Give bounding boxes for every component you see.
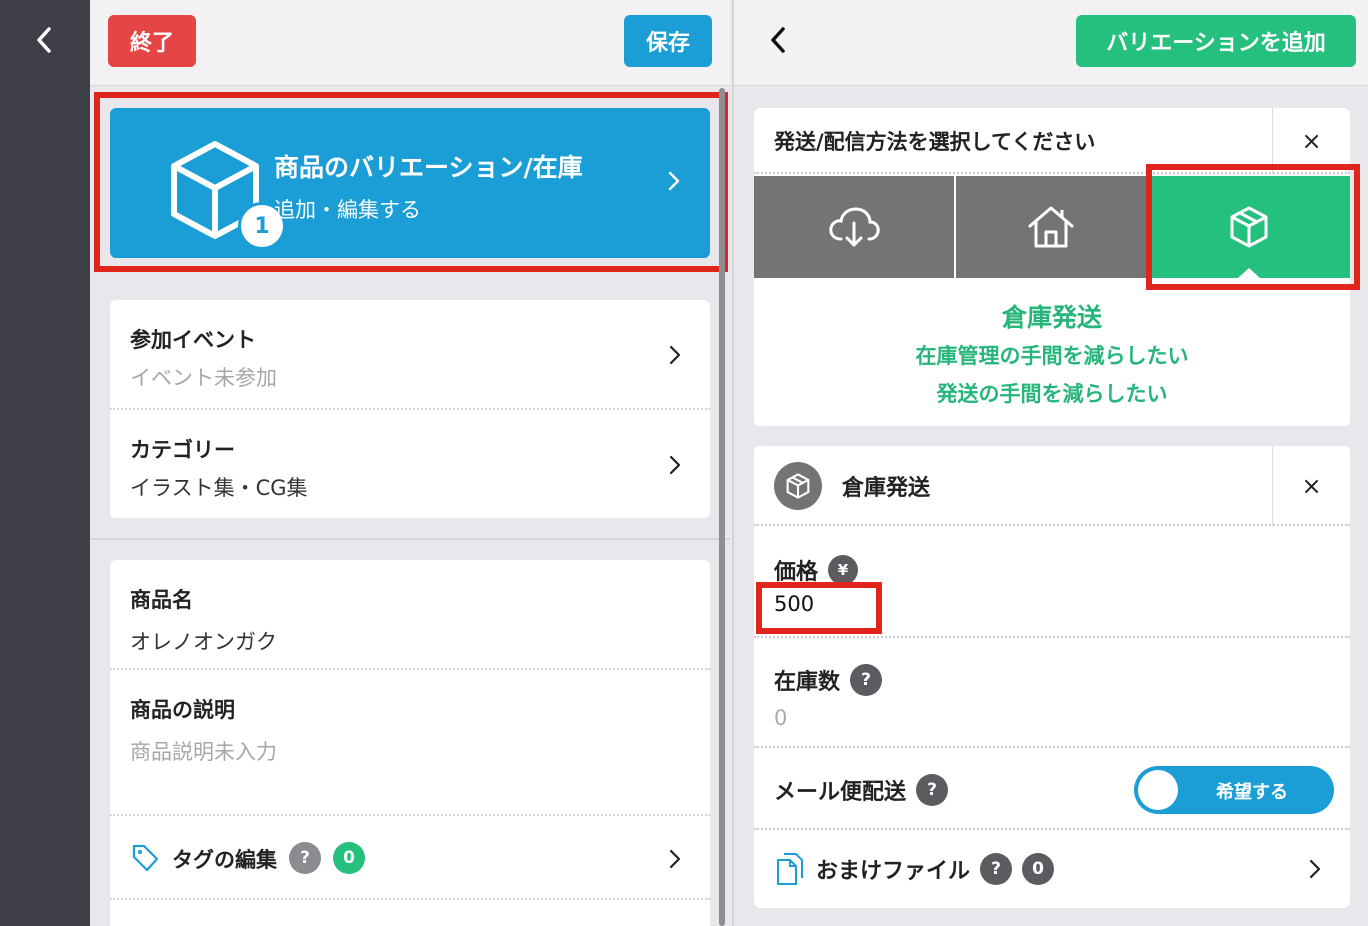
tag-icon: [132, 844, 159, 872]
help-icon[interactable]: ?: [289, 842, 321, 874]
chevron-right-icon: [669, 455, 681, 475]
help-icon[interactable]: ?: [850, 664, 883, 696]
scrollbar[interactable]: [719, 88, 725, 926]
stock-field: 在庫数 ? 0: [754, 638, 1350, 748]
mail-label-group: メール便配送 ?: [774, 774, 949, 806]
category-label: カテゴリー: [130, 438, 235, 462]
tags-row[interactable]: タグの編集 ? 0: [110, 816, 710, 900]
event-value: イベント未参加: [130, 366, 277, 390]
bonus-file-row[interactable]: おまけファイル ? 0: [754, 830, 1350, 908]
category-value: イラスト集・CG集: [130, 476, 308, 500]
product-info-card: 商品名 オレノオンガク 商品の説明 商品説明未入力 タグの編集 ? 0: [110, 560, 710, 926]
left-header: 終了 保存: [90, 0, 730, 86]
left-rail: [0, 0, 90, 926]
stock-label: 在庫数: [774, 670, 841, 695]
product-edit-panel: 終了 保存 1 商品のバリエーション/在庫 追加・編集する 参加イベント イベン…: [90, 0, 730, 926]
chevron-right-icon: [669, 345, 681, 365]
back-button[interactable]: [762, 22, 794, 58]
selected-method-title: 倉庫発送: [1001, 303, 1102, 332]
chevron-left-icon: [771, 27, 785, 53]
warehouse-card: 倉庫発送 × 価格 ¥ 500 在庫数 ? 0 メール便配送 ? 希望する おま…: [754, 446, 1350, 908]
toggle-knob: [1138, 770, 1178, 810]
bonus-file-label: おまけファイル: [816, 859, 971, 884]
tags-label: タグの編集: [172, 848, 277, 872]
highlight-frame: [1146, 164, 1360, 290]
download-option[interactable]: [754, 176, 954, 278]
category-row[interactable]: カテゴリー イラスト集・CG集: [110, 410, 710, 518]
tag-count-badge: 0: [333, 842, 365, 874]
chevron-left-icon: [37, 27, 51, 53]
chevron-right-icon: [1309, 859, 1321, 879]
mail-delivery-field: メール便配送 ? 希望する: [754, 748, 1350, 830]
back-button[interactable]: [28, 22, 60, 58]
toggle-label: 希望する: [1216, 782, 1288, 803]
home-option[interactable]: [956, 176, 1146, 278]
warehouse-title: 倉庫発送: [842, 476, 931, 501]
section-divider: [90, 538, 730, 540]
description-value: 商品説明未入力: [130, 740, 277, 764]
product-name-label: 商品名: [130, 588, 193, 612]
yen-icon: ¥: [828, 555, 859, 585]
bonus-label-group: おまけファイル ? 0: [774, 852, 1055, 886]
description-label: 商品の説明: [130, 698, 235, 722]
warehouse-header: 倉庫発送 ×: [754, 446, 1350, 526]
event-label: 参加イベント: [130, 328, 256, 352]
help-icon[interactable]: ?: [916, 774, 949, 806]
house-icon: [1028, 206, 1074, 248]
stock-input[interactable]: 0: [774, 706, 787, 730]
product-name-value: オレノオンガク: [130, 630, 277, 654]
product-name-row[interactable]: 商品名 オレノオンガク: [110, 560, 710, 670]
cloud-download-icon: [829, 207, 880, 247]
selected-method-desc-1: 在庫管理の手間を減らしたい: [915, 344, 1189, 368]
highlight-frame: [756, 582, 882, 634]
event-category-card: 参加イベント イベント未参加 カテゴリー イラスト集・CG集: [110, 300, 710, 518]
file-icon: [777, 853, 803, 885]
end-button[interactable]: 終了: [108, 15, 196, 67]
add-variation-button[interactable]: バリエーションを追加: [1076, 15, 1356, 67]
list-item[interactable]: [110, 900, 710, 926]
mail-delivery-label: メール便配送: [774, 780, 907, 805]
mail-delivery-toggle[interactable]: 希望する: [1134, 766, 1334, 814]
close-button[interactable]: ×: [1272, 446, 1350, 526]
shipping-title: 発送/配信方法を選択してください: [774, 130, 1096, 154]
description-row[interactable]: 商品の説明 商品説明未入力: [110, 670, 710, 816]
shipping-description: 倉庫発送 在庫管理の手間を減らしたい 発送の手間を減らしたい: [754, 298, 1350, 408]
variation-panel: バリエーションを追加 発送/配信方法を選択してください × 倉庫発送 在庫管理の…: [732, 0, 1368, 926]
chevron-right-icon: [669, 849, 681, 869]
box-icon: [774, 462, 822, 510]
help-icon[interactable]: ?: [980, 853, 1013, 885]
stock-label-group: 在庫数 ?: [774, 664, 883, 696]
highlight-frame: [94, 92, 728, 272]
selected-method-desc-2: 発送の手間を減らしたい: [936, 382, 1168, 406]
event-row[interactable]: 参加イベント イベント未参加: [110, 300, 710, 410]
bonus-count-badge: 0: [1022, 853, 1055, 885]
save-button[interactable]: 保存: [624, 15, 712, 67]
right-header: バリエーションを追加: [734, 0, 1368, 86]
